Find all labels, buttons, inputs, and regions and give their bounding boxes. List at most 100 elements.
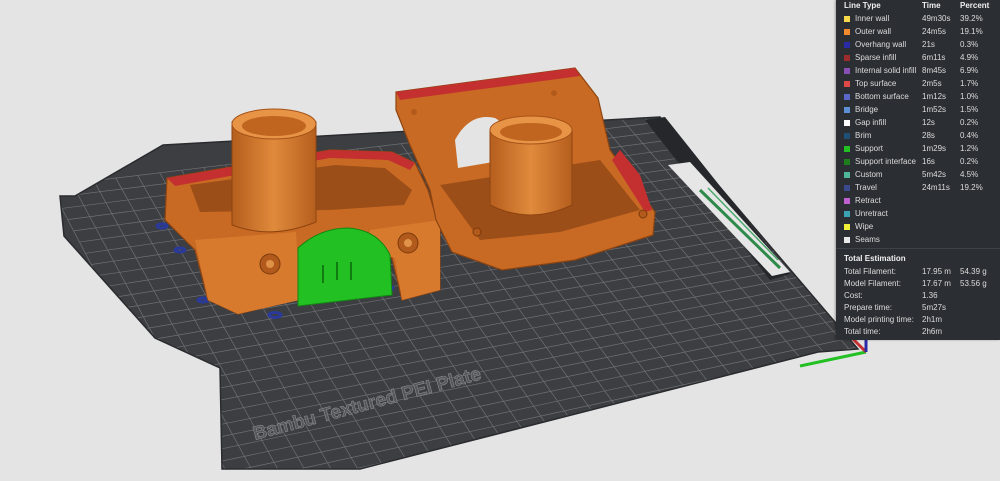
legend-row[interactable]: Gap infill 12s 0.2% [836, 118, 1000, 131]
legend-swatch [844, 211, 850, 217]
legend-row[interactable]: Sparse infill 6m11s 4.9% [836, 53, 1000, 66]
legend-line-type: Custom [855, 170, 883, 179]
legend-row[interactable]: Internal solid infill 8m45s 6.9% [836, 66, 1000, 79]
legend-row[interactable]: Outer wall 24m5s 19.1% [836, 27, 1000, 40]
legend-time: 24m11s [922, 183, 950, 192]
legend-time: 28s [922, 131, 935, 140]
legend-row[interactable]: Unretract [836, 209, 1000, 222]
legend-header-percent: Percent [960, 1, 990, 10]
legend-swatch [844, 133, 850, 139]
legend-time: 24m5s [922, 27, 947, 36]
legend-percent: 0.2% [960, 118, 979, 127]
estimation-label: Model printing time: [844, 315, 914, 324]
estimation-value: 17.67 m [922, 279, 951, 288]
estimation-value-weight: 53.56 g [960, 279, 987, 288]
legend-swatch [844, 237, 850, 243]
estimation-value: 17.95 m [922, 267, 951, 276]
legend-percent: 4.5% [960, 170, 979, 179]
estimation-label: Total Filament: [844, 267, 897, 276]
legend-time: 5m42s [922, 170, 947, 179]
legend-row[interactable]: Bridge 1m52s 1.5% [836, 105, 1000, 118]
legend-time: 8m45s [922, 66, 947, 75]
legend-time: 49m30s [922, 14, 951, 23]
legend-row[interactable]: Travel 24m11s 19.2% [836, 183, 1000, 196]
legend-row[interactable]: Support 1m29s 1.2% [836, 144, 1000, 157]
legend-row[interactable]: Inner wall 49m30s 39.2% [836, 14, 1000, 27]
legend-line-type: Support [855, 144, 884, 153]
legend-percent: 0.3% [960, 40, 979, 49]
legend-swatch [844, 68, 850, 74]
legend-line-type: Inner wall [855, 14, 890, 23]
legend-line-type: Bridge [855, 105, 879, 114]
legend-line-type: Gap infill [855, 118, 887, 127]
estimation-value: 2h6m [922, 327, 943, 336]
estimation-label: Model Filament: [844, 279, 901, 288]
legend-panel: Line Type Time Percent Inner wall 49m30s 3… [836, 0, 1000, 340]
support-structure [297, 227, 393, 307]
legend-row[interactable]: Wipe [836, 222, 1000, 235]
estimation-row: Prepare time: 5m27s [836, 303, 1000, 315]
estimation-value: 1.36 [922, 291, 938, 300]
legend-percent: 1.7% [960, 79, 979, 88]
legend-time: 16s [922, 157, 935, 166]
legend-line-type: Bottom surface [855, 92, 909, 101]
estimation-row: Total time: 2h6m [836, 327, 1000, 339]
legend-swatch [844, 55, 850, 61]
legend-row[interactable]: Brim 28s 0.4% [836, 131, 1000, 144]
legend-time: 1m12s [922, 92, 947, 101]
legend-percent: 1.5% [960, 105, 979, 114]
estimation-label: Total time: [844, 327, 881, 336]
legend-time: 1m52s [922, 105, 947, 114]
legend-line-type: Support interface [855, 157, 916, 166]
estimation-label: Cost: [844, 291, 863, 300]
legend-swatch [844, 29, 850, 35]
legend-row[interactable]: Bottom surface 1m12s 1.0% [836, 92, 1000, 105]
legend-swatch [844, 185, 850, 191]
legend-swatch [844, 159, 850, 165]
legend-header-time: Time [922, 1, 941, 10]
estimation-title: Total Estimation [844, 254, 906, 263]
legend-percent: 6.9% [960, 66, 979, 75]
legend-line-type: Wipe [855, 222, 874, 231]
estimation-value-weight: 54.39 g [960, 267, 987, 276]
legend-row[interactable]: Seams [836, 235, 1000, 248]
legend-row[interactable]: Custom 5m42s 4.5% [836, 170, 1000, 183]
legend-swatch [844, 198, 850, 204]
legend-percent: 19.2% [960, 183, 983, 192]
legend-percent: 0.2% [960, 157, 979, 166]
legend-swatch [844, 94, 850, 100]
estimation-value: 5m27s [922, 303, 947, 312]
legend-divider [836, 248, 1000, 249]
legend-time: 2m5s [922, 79, 942, 88]
estimation-row: Model printing time: 2h1m [836, 315, 1000, 327]
legend-line-type: Travel [855, 183, 877, 192]
legend-line-type: Top surface [855, 79, 897, 88]
legend-time: 6m11s [922, 53, 946, 62]
estimation-row: Model Filament: 17.67 m 53.56 g [836, 279, 1000, 291]
legend-swatch [844, 107, 850, 113]
legend-row[interactable]: Top surface 2m5s 1.7% [836, 79, 1000, 92]
legend-swatch [844, 120, 850, 126]
legend-swatch [844, 81, 850, 87]
legend-swatch [844, 16, 850, 22]
legend-row[interactable]: Support interface 16s 0.2% [836, 157, 1000, 170]
legend-time: 12s [922, 118, 935, 127]
legend-time: 1m29s [922, 144, 947, 153]
estimation-row: Cost: 1.36 [836, 291, 1000, 303]
legend-line-type: Brim [855, 131, 872, 140]
legend-swatch [844, 42, 850, 48]
legend-percent: 1.2% [960, 144, 979, 153]
legend-percent: 0.4% [960, 131, 979, 140]
legend-line-type: Outer wall [855, 27, 892, 36]
legend-line-type: Internal solid infill [855, 66, 917, 75]
legend-time: 21s [922, 40, 935, 49]
legend-line-type: Unretract [855, 209, 888, 218]
legend-percent: 39.2% [960, 14, 983, 23]
legend-line-type: Retract [855, 196, 881, 205]
estimation-label: Prepare time: [844, 303, 893, 312]
estimation-value: 2h1m [922, 315, 943, 324]
legend-row[interactable]: Retract [836, 196, 1000, 209]
legend-row[interactable]: Overhang wall 21s 0.3% [836, 40, 1000, 53]
legend-line-type: Seams [855, 235, 880, 244]
estimation-row: Total Filament: 17.95 m 54.39 g [836, 267, 1000, 279]
